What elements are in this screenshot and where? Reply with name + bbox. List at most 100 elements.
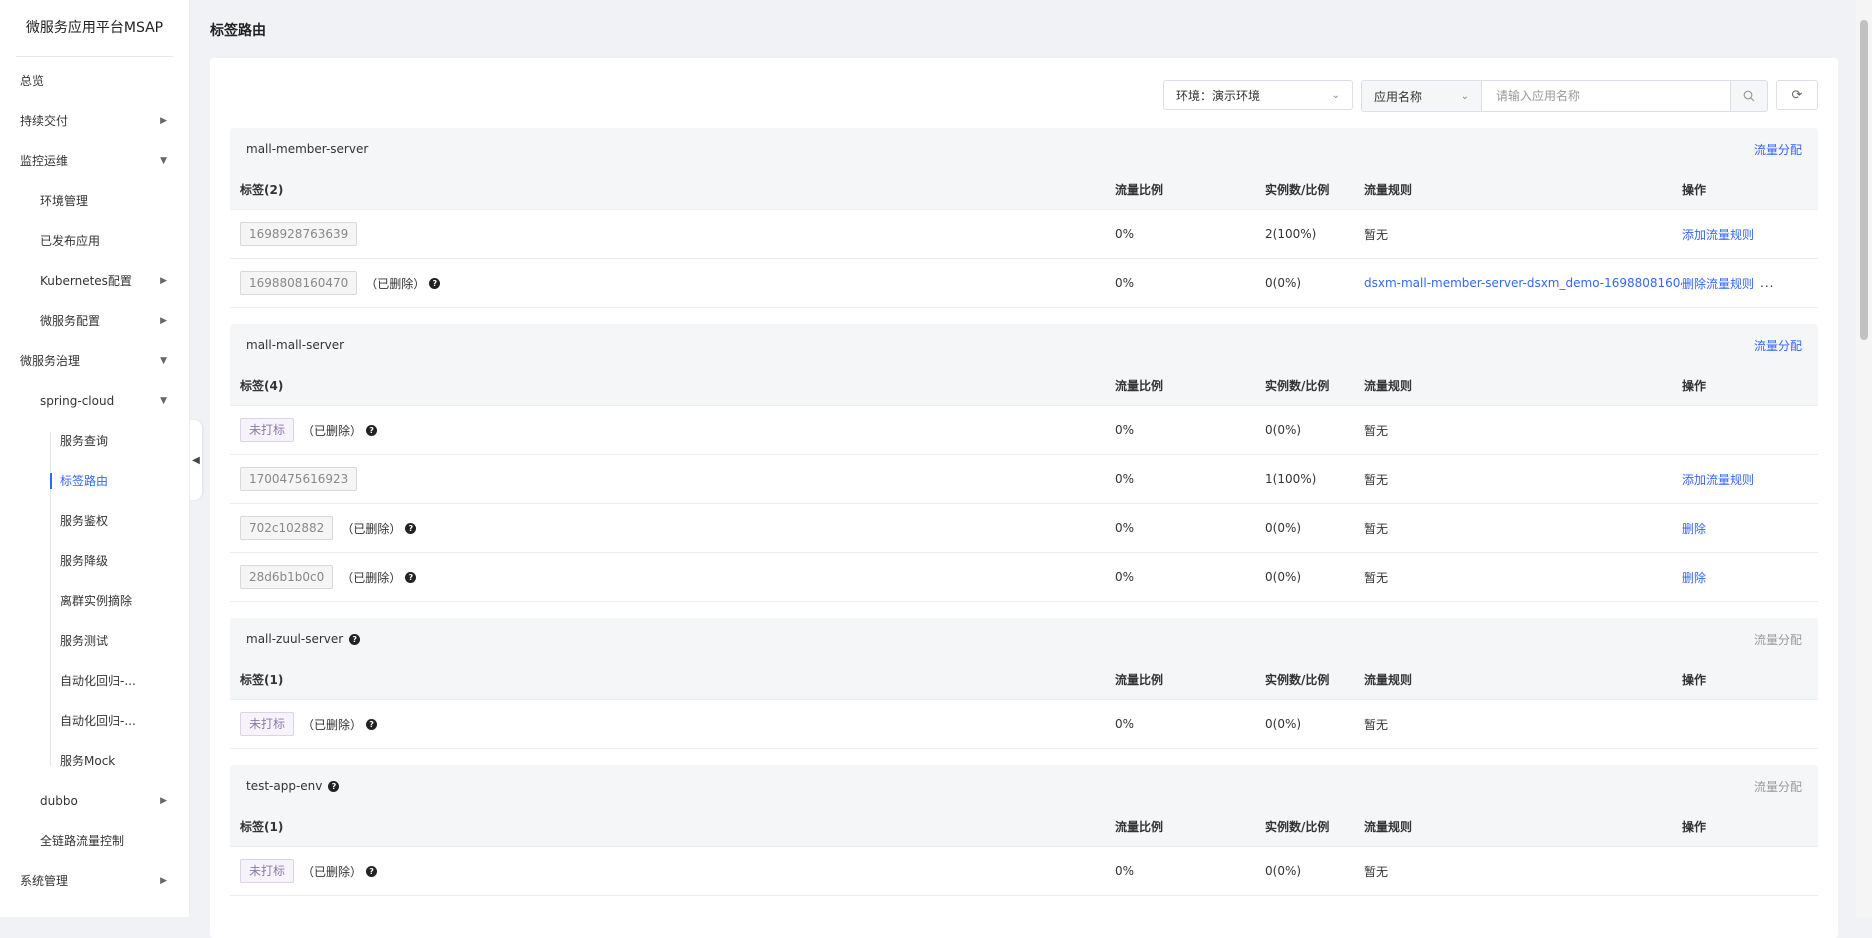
deleted-text: （已删除）	[341, 570, 402, 585]
table-row: 702c102882 （已删除）? 0% 0(0%) 暂无 删除	[230, 504, 1818, 553]
action-link[interactable]: 添加流量规则	[1682, 471, 1754, 488]
table-header: 标签(1) 流量比例 实例数/比例 流量规则 操作	[230, 660, 1818, 700]
app-field-select[interactable]: 应用名称 ⌄	[1362, 81, 1482, 111]
sidebar-item[interactable]: 服务测试	[0, 621, 189, 661]
tag-badge: 未打标	[240, 859, 295, 883]
sidebar-item-label: 服务鉴权	[60, 514, 109, 528]
traffic-rule-text: 暂无	[1364, 864, 1389, 879]
action-link[interactable]: 删除	[1682, 520, 1706, 537]
flow-allocation-link[interactable]: 流量分配	[1754, 631, 1802, 648]
search-button[interactable]	[1730, 81, 1767, 111]
help-icon[interactable]: ?	[429, 277, 441, 289]
group-header: test-app-env? 流量分配	[230, 765, 1818, 807]
toolbar: 环境：演示环境 ⌄ 应用名称 ⌄ ⟳	[1163, 80, 1818, 112]
sidebar-item-label: Kubernetes配置	[40, 274, 132, 288]
app-group-section: mall-zuul-server? 流量分配标签(1) 流量比例 实例数/比例 流量规则…	[230, 618, 1818, 749]
deleted-text: （已删除）	[302, 423, 363, 438]
traffic-rule-cell: 暂无	[1364, 520, 1682, 537]
sidebar-item-label: 持续交付	[20, 114, 69, 128]
sidebar-item[interactable]: 服务查询	[0, 421, 189, 461]
action-link[interactable]: 添加流量规则	[1682, 226, 1754, 243]
column-header-tag: 标签(1)	[240, 673, 284, 687]
deleted-text: （已删除）	[302, 864, 363, 879]
sidebar-item-label: 服务Mock	[60, 754, 116, 768]
sidebar-item[interactable]: 服务鉴权	[0, 501, 189, 541]
refresh-button[interactable]: ⟳	[1776, 80, 1818, 110]
sidebar-item[interactable]: 全链路流量控制	[0, 821, 189, 861]
sidebar-item[interactable]: 持续交付 ▶	[0, 101, 189, 141]
group-app-name: mall-zuul-server	[246, 632, 344, 646]
environment-select[interactable]: 环境：演示环境 ⌄	[1163, 80, 1353, 110]
page-scrollbar[interactable]	[1856, 0, 1872, 917]
instance-ratio: 0(0%)	[1265, 521, 1302, 535]
sidebar-item[interactable]: 微服务治理 ▼	[0, 341, 189, 381]
traffic-ratio: 0%	[1115, 227, 1135, 241]
sidebar-item-label: 服务降级	[60, 554, 109, 568]
traffic-rule-cell: 暂无	[1364, 716, 1682, 733]
sidebar-item[interactable]: 自动化回归-...	[0, 661, 189, 701]
caret-down-icon: ▼	[160, 356, 167, 366]
deleted-text: （已删除）	[302, 717, 363, 732]
sidebar-item[interactable]: 服务Mock	[0, 741, 189, 781]
sidebar-item[interactable]: Kubernetes配置 ▶	[0, 261, 189, 301]
sidebar-item[interactable]: spring-cloud ▼	[0, 381, 189, 421]
traffic-ratio: 0%	[1115, 423, 1135, 437]
sidebar-item[interactable]: 已发布应用	[0, 221, 189, 261]
sidebar-item[interactable]: 微服务配置 ▶	[0, 301, 189, 341]
caret-right-icon: ▶	[160, 116, 167, 126]
sidebar-menu: 总览 持续交付 ▶ 监控运维 ▼ 环境管理 已发布应用 Kubernetes配置 ▶ 微服务配置 ▶…	[0, 57, 189, 901]
caret-right-icon: ▶	[160, 876, 167, 886]
traffic-ratio: 0%	[1115, 521, 1135, 535]
app-name-search-input[interactable]	[1482, 81, 1730, 111]
table-header: 标签(2) 流量比例 实例数/比例 流量规则 操作	[230, 170, 1818, 210]
help-icon[interactable]: ?	[405, 571, 417, 583]
sidebar-item-label: 监控运维	[20, 154, 69, 168]
instance-ratio: 0(0%)	[1265, 276, 1302, 290]
traffic-ratio: 0%	[1115, 472, 1135, 486]
tag-badge: 28d6b1b0c0	[240, 565, 334, 589]
sidebar-item[interactable]: 系统管理 ▶	[0, 861, 189, 901]
action-link[interactable]: 删除流量规则	[1682, 275, 1754, 292]
flow-allocation-link[interactable]: 流量分配	[1754, 337, 1802, 354]
group-app-name: test-app-env	[246, 779, 323, 793]
group-name-wrap: test-app-env?	[246, 779, 340, 793]
sidebar-item[interactable]: 服务降级	[0, 541, 189, 581]
group-name-wrap: mall-member-server	[246, 142, 368, 156]
sidebar-item[interactable]: 标签路由	[0, 461, 189, 501]
tag-cell: 未打标 （已删除）?	[230, 712, 1115, 736]
sidebar-item[interactable]: 总览	[0, 61, 189, 101]
help-icon[interactable]: ?	[366, 424, 378, 436]
table-row: 1698928763639 0% 2(100%) 暂无 添加流量规则	[230, 210, 1818, 259]
column-header-tag: 标签(4)	[240, 379, 284, 393]
group-name-wrap: mall-mall-server	[246, 338, 344, 352]
sidebar-item[interactable]: 环境管理	[0, 181, 189, 221]
traffic-rule-link[interactable]: dsxm-mall-member-server-dsxm_demo-169880…	[1364, 276, 1682, 290]
sidebar-item-label: 总览	[20, 74, 45, 88]
sidebar-item[interactable]: dubbo ▶	[0, 781, 189, 821]
traffic-ratio: 0%	[1115, 717, 1135, 731]
sidebar-collapse-handle[interactable]: ◀	[190, 420, 202, 500]
help-icon[interactable]: ?	[405, 522, 417, 534]
sidebar-item[interactable]: 离群实例摘除	[0, 581, 189, 621]
flow-allocation-link[interactable]: 流量分配	[1754, 778, 1802, 795]
group-header: mall-zuul-server? 流量分配	[230, 618, 1818, 660]
flow-allocation-link[interactable]: 流量分配	[1754, 141, 1802, 158]
sidebar-item[interactable]: 自动化回归-...	[0, 701, 189, 741]
scrollbar-thumb[interactable]	[1860, 20, 1868, 340]
help-icon[interactable]: ?	[366, 718, 378, 730]
sidebar-item-label: 自动化回归-...	[60, 674, 136, 688]
table-row: 28d6b1b0c0 （已删除）? 0% 0(0%) 暂无 删除	[230, 553, 1818, 602]
tag-cell: 1700475616923	[230, 467, 1115, 491]
sidebar-item[interactable]: 监控运维 ▼	[0, 141, 189, 181]
tag-badge: 未打标	[240, 418, 295, 442]
help-icon[interactable]: ?	[366, 865, 378, 877]
deleted-label: （已删除）?	[302, 422, 378, 439]
help-icon[interactable]: ?	[328, 780, 340, 792]
table-header: 标签(1) 流量比例 实例数/比例 流量规则 操作	[230, 807, 1818, 847]
tag-cell: 未打标 （已删除）?	[230, 418, 1115, 442]
column-header: 操作	[1682, 379, 1707, 393]
action-link[interactable]: 删除	[1682, 569, 1706, 586]
help-icon[interactable]: ?	[349, 633, 361, 645]
more-icon[interactable]: ...	[1760, 276, 1774, 290]
app-group-section: mall-mall-server 流量分配 标签(4) 流量比例 实例数/比例 流量规则 操…	[230, 324, 1818, 602]
